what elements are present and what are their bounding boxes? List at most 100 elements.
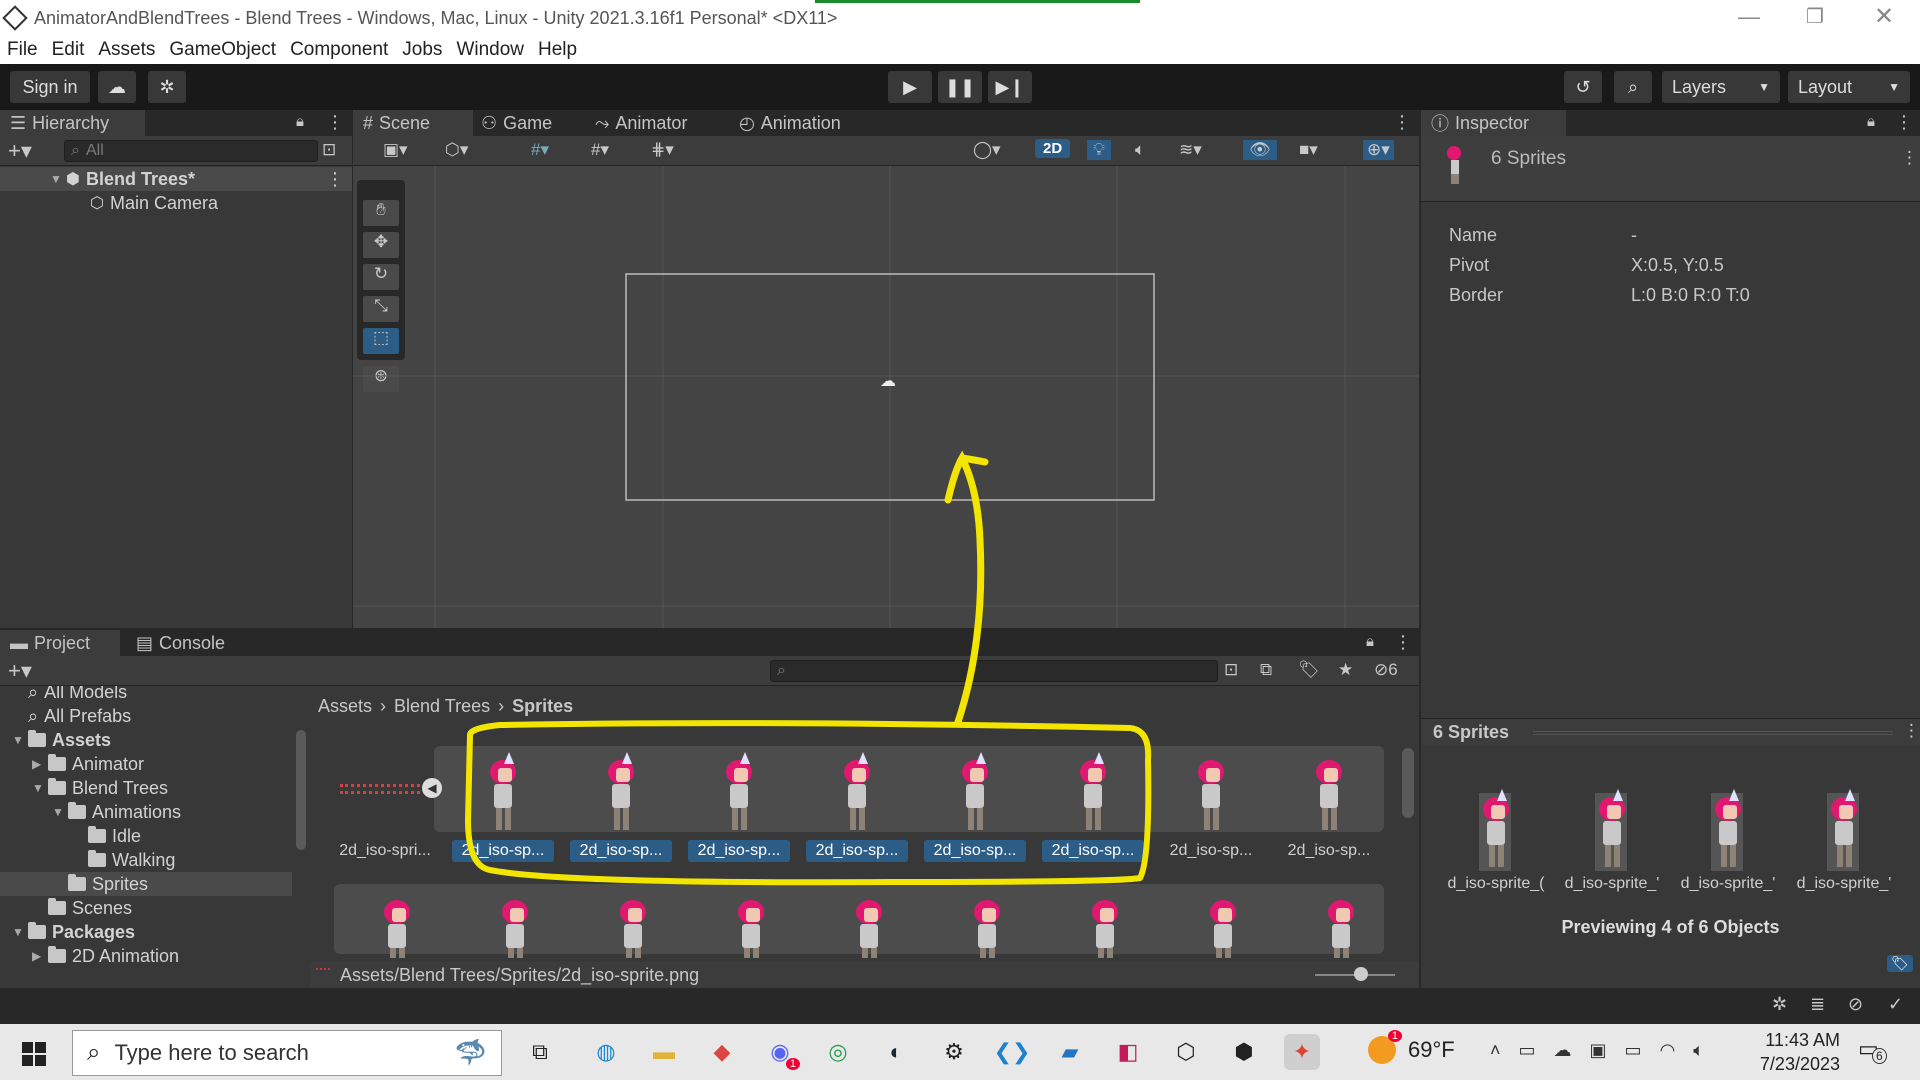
asset-tile[interactable]: 2d_iso-sp... — [684, 748, 794, 868]
file-explorer-icon[interactable]: ▬ — [646, 1034, 682, 1070]
tree-item[interactable]: ▶ Animator — [0, 752, 292, 776]
asset-tile[interactable]: 2d_iso-sp... — [1038, 748, 1148, 868]
add-button[interactable]: +▾ — [8, 138, 32, 164]
more-menu-icon[interactable]: ⋮ — [1901, 148, 1918, 168]
grid-scrollbar[interactable] — [1402, 748, 1414, 818]
asset-tile[interactable]: 2d_iso-sp... — [1274, 748, 1384, 868]
history-icon[interactable]: ↺ — [1564, 71, 1602, 103]
more-menu-icon[interactable]: ⋮ — [1393, 112, 1411, 133]
play-button[interactable]: ▶ — [888, 71, 932, 103]
search-icon[interactable]: ⌕ — [1614, 71, 1652, 103]
menu-component[interactable]: Component — [290, 39, 388, 61]
notification-icon[interactable]: ▭ 6 — [1858, 1036, 1887, 1064]
asset-tile[interactable] — [578, 888, 688, 958]
menu-edit[interactable]: Edit — [52, 39, 85, 61]
unity-editor-icon[interactable]: ✦ — [1284, 1034, 1320, 1070]
check-icon[interactable]: ✓ — [1888, 994, 1903, 1015]
expand-icon[interactable]: ▶ — [32, 949, 42, 963]
tree-item[interactable]: ▼ Packages — [0, 920, 292, 944]
more-menu-icon[interactable]: ⋮ — [326, 112, 344, 133]
camera-icon[interactable]: ■▾ — [1299, 140, 1318, 160]
menu-help[interactable]: Help — [538, 39, 577, 61]
meet-icon[interactable]: ▭ — [1519, 1040, 1536, 1061]
list-item[interactable]: ⬡ Main Camera — [90, 191, 218, 215]
tab-project[interactable]: ▬ Project — [0, 630, 120, 656]
search-options-icon[interactable]: ⊡ — [1224, 660, 1238, 680]
unity-icon[interactable]: ⬢ — [1226, 1034, 1262, 1070]
more-menu-icon[interactable]: ⋮ — [1394, 632, 1412, 653]
pause-button[interactable]: ❚❚ — [938, 71, 982, 103]
expand-icon[interactable]: ▼ — [32, 781, 44, 795]
menu-file[interactable]: File — [7, 39, 38, 61]
photos-icon[interactable]: ▰ — [1052, 1034, 1088, 1070]
asset-tile[interactable] — [460, 888, 570, 958]
expand-icon[interactable]: ▼ — [12, 733, 24, 747]
unity-hub-icon[interactable]: ⬡ — [1168, 1034, 1204, 1070]
expand-icon[interactable]: ▼ — [12, 925, 24, 939]
breadcrumb-blend-trees[interactable]: Blend Trees — [394, 696, 490, 717]
minimize-button[interactable]: — — [1738, 4, 1760, 30]
tab-animator[interactable]: ⤳ Animator — [585, 110, 697, 136]
weather-widget[interactable]: 1 69°F — [1368, 1030, 1455, 1064]
filter-type-icon[interactable]: ⧉ — [1260, 660, 1272, 680]
lock-icon[interactable]: 🔒︎ — [1867, 113, 1875, 130]
settings-gear-icon[interactable]: ⚙ — [936, 1034, 972, 1070]
app-icon[interactable]: ◧ — [1110, 1034, 1146, 1070]
asset-tile[interactable] — [814, 888, 924, 958]
menu-window[interactable]: Window — [456, 39, 524, 61]
favorite-icon[interactable]: ★ — [1338, 660, 1353, 680]
tree-item[interactable]: ▼ Blend Trees — [0, 776, 292, 800]
zoom-slider-handle[interactable] — [1354, 967, 1368, 981]
grid-snap-icon[interactable]: #▾ — [591, 140, 609, 160]
hierarchy-search-input[interactable]: ⌕ All — [64, 140, 318, 162]
menu-gameobject[interactable]: GameObject — [169, 39, 276, 61]
sign-in-button[interactable]: Sign in — [10, 71, 90, 103]
chevron-up-icon[interactable]: ˄ — [1490, 1040, 1501, 1061]
project-search-input[interactable]: ⌕ — [770, 660, 1218, 682]
asset-tile[interactable]: ◀ 2d_iso-spri... — [330, 748, 442, 868]
audio-icon[interactable]: 🔈︎ — [1135, 140, 1145, 160]
tab-game[interactable]: ⚇ Game — [471, 110, 562, 136]
asset-tile[interactable] — [342, 888, 452, 958]
task-view-icon[interactable]: ⧉ — [522, 1034, 558, 1070]
onedrive-icon[interactable]: ☁ — [1554, 1040, 1572, 1061]
tree-item[interactable]: Scenes — [0, 896, 292, 920]
scene-row[interactable]: ▼ ⬢ Blend Trees* ⋮ — [0, 167, 352, 191]
asset-tile[interactable]: 2d_iso-sp... — [1156, 748, 1266, 868]
tree-scrollbar[interactable] — [296, 730, 306, 850]
edge-icon[interactable]: ◍ — [588, 1034, 624, 1070]
collab-icon[interactable]: ✲ — [148, 71, 186, 103]
prop-pivot-value[interactable]: X:0.5, Y:0.5 — [1631, 255, 1724, 276]
tree-item[interactable]: Idle — [0, 824, 292, 848]
more-menu-icon[interactable]: ⋮ — [1895, 112, 1913, 133]
tree-item[interactable]: ⌕ All Prefabs — [0, 704, 292, 728]
expand-icon[interactable]: ▼ — [52, 805, 64, 819]
network-icon[interactable]: ⊘ — [1848, 994, 1863, 1015]
layout-dropdown[interactable]: Layout ▼ — [1788, 71, 1910, 103]
tree-item[interactable]: ⌕ All Models — [0, 686, 292, 704]
move-snap-icon[interactable]: #▾ — [531, 140, 549, 160]
chrome-icon[interactable]: ◎ — [820, 1034, 856, 1070]
asset-tile[interactable]: 2d_iso-sp... — [566, 748, 676, 868]
asset-tile[interactable]: 2d_iso-sp... — [448, 748, 558, 868]
cloud-icon[interactable]: ☁ — [98, 71, 136, 103]
lock-icon[interactable]: 🔒︎ — [1366, 633, 1374, 650]
layers-dropdown[interactable]: Layers ▼ — [1662, 71, 1780, 103]
asset-tile[interactable] — [1168, 888, 1278, 958]
restore-button[interactable]: ❐ — [1806, 4, 1824, 29]
lock-icon[interactable]: 🔒︎ — [296, 113, 304, 130]
expand-icon[interactable]: ▶ — [32, 757, 42, 771]
scene-grid[interactable]: ☁ — [353, 166, 1419, 628]
asset-tile[interactable] — [932, 888, 1042, 958]
tree-item[interactable]: ▼ Assets — [0, 728, 292, 752]
sphere-icon[interactable]: ◯▾ — [973, 140, 1001, 160]
tab-inspector[interactable]: ⓘ Inspector — [1421, 110, 1566, 136]
asset-tile[interactable]: 2d_iso-sp... — [920, 748, 1030, 868]
lighting-icon[interactable]: 💡︎ — [1087, 140, 1111, 160]
tab-scene[interactable]: # Scene — [353, 110, 473, 136]
asset-tile[interactable] — [1286, 888, 1396, 958]
windows-start-icon[interactable] — [22, 1042, 46, 1066]
step-button[interactable]: ▶❙ — [988, 71, 1032, 103]
prop-name-value[interactable]: - — [1631, 225, 1637, 246]
close-button[interactable]: ✕ — [1874, 2, 1894, 31]
